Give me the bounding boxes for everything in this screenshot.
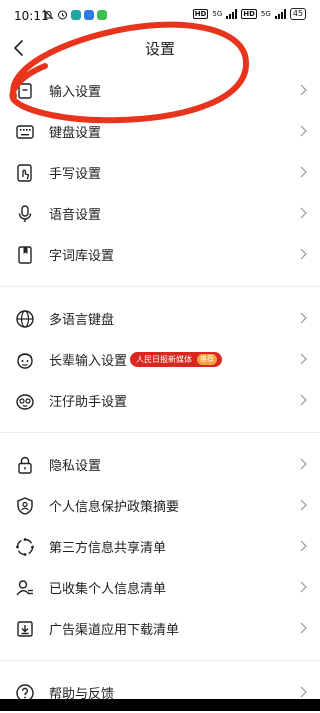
settings-item-input[interactable]: 输入设置 (0, 70, 320, 111)
app-notification-icon (71, 9, 81, 20)
settings-item-label: 第三方信息共享清单 (49, 541, 167, 556)
settings-item-label: 语音设置 (49, 208, 102, 223)
settings-item-label: 已收集个人信息清单 (49, 582, 167, 597)
settings-item-label: 字词库设置 (49, 249, 115, 264)
chevron-right-icon (300, 84, 307, 96)
settings-item-third-party[interactable]: 第三方信息共享清单 (0, 526, 320, 567)
divider (0, 432, 320, 433)
recommend-badge: 人民日报新媒体 推荐 (130, 352, 222, 367)
settings-item-label: 多语言键盘 (49, 313, 115, 328)
share-cycle-icon (16, 538, 34, 556)
shield-user-icon (17, 497, 33, 515)
download-icon (17, 621, 33, 637)
divider (0, 286, 320, 287)
badge-tag: 推荐 (197, 354, 217, 365)
settings-item-label: 广告渠道应用下载清单 (49, 623, 180, 638)
microphone-icon (18, 205, 32, 222)
app-header: 设置 (0, 32, 320, 64)
assistant-face-icon (16, 394, 34, 410)
settings-item-label: 隐私设置 (49, 459, 102, 474)
input-settings-icon (18, 83, 32, 99)
battery-icon: 45 (289, 8, 306, 20)
handwriting-icon (17, 164, 32, 182)
chevron-right-icon (300, 248, 307, 260)
status-bar: 10:11 HD 5G HD 5G 45 (0, 0, 320, 32)
lock-icon (18, 456, 32, 474)
system-nav-bar (0, 699, 320, 711)
chevron-right-icon (300, 207, 307, 219)
settings-item-label: 键盘设置 (49, 126, 102, 141)
settings-item-label: 长辈输入设置 (49, 354, 128, 369)
hd-icon: HD (192, 9, 209, 19)
signal-icon (274, 9, 286, 19)
status-right: HD 5G HD 5G 45 (192, 8, 306, 20)
globe-icon (16, 310, 34, 328)
elder-face-icon (17, 353, 33, 369)
mute-bell-icon (43, 9, 54, 20)
settings-item-ad-downloads[interactable]: 广告渠道应用下载清单 (0, 608, 320, 649)
settings-item-voice[interactable]: 语音设置 (0, 193, 320, 234)
chevron-right-icon (300, 312, 307, 324)
dictionary-icon (18, 246, 32, 264)
chevron-right-icon (300, 499, 307, 511)
app-notification-icon (97, 9, 107, 20)
settings-item-keyboard[interactable]: 键盘设置 (0, 111, 320, 152)
network-type: 5G (260, 10, 271, 18)
settings-item-label: 个人信息保护政策摘要 (49, 500, 180, 515)
chevron-right-icon (300, 686, 307, 698)
chevron-right-icon (300, 622, 307, 634)
settings-item-label: 输入设置 (49, 85, 102, 100)
chevron-right-icon (300, 458, 307, 470)
chevron-right-icon (300, 353, 307, 365)
hd-icon: HD (241, 9, 257, 19)
settings-item-assistant[interactable]: 汪仔助手设置 (0, 380, 320, 421)
signal-icon (226, 9, 238, 19)
settings-list: 输入设置 键盘设置 手写设置 语音设置 字词库设置 多语言键盘 长辈输入设置 人… (0, 70, 320, 713)
chevron-right-icon (300, 540, 307, 552)
settings-item-privacy-policy[interactable]: 个人信息保护政策摘要 (0, 485, 320, 526)
network-type: 5G (212, 10, 223, 18)
settings-item-elder-input[interactable]: 长辈输入设置 人民日报新媒体 推荐 (0, 339, 320, 380)
user-list-icon (16, 580, 33, 596)
settings-item-label: 汪仔助手设置 (49, 395, 128, 410)
chevron-right-icon (300, 166, 307, 178)
settings-item-dictionary[interactable]: 字词库设置 (0, 234, 320, 275)
divider (0, 660, 320, 661)
chevron-right-icon (300, 394, 307, 406)
settings-item-label: 手写设置 (49, 167, 102, 182)
settings-item-multilanguage[interactable]: 多语言键盘 (0, 298, 320, 339)
chevron-right-icon (300, 125, 307, 137)
status-notification-icons (43, 9, 107, 20)
app-notification-icon (84, 9, 94, 20)
alarm-icon (58, 10, 67, 20)
page-title: 设置 (144, 40, 175, 58)
settings-item-handwriting[interactable]: 手写设置 (0, 152, 320, 193)
settings-item-collected-info[interactable]: 已收集个人信息清单 (0, 567, 320, 608)
chevron-right-icon (300, 581, 307, 593)
keyboard-icon (16, 125, 34, 139)
badge-text: 人民日报新媒体 (136, 355, 192, 364)
settings-item-privacy[interactable]: 隐私设置 (0, 444, 320, 485)
